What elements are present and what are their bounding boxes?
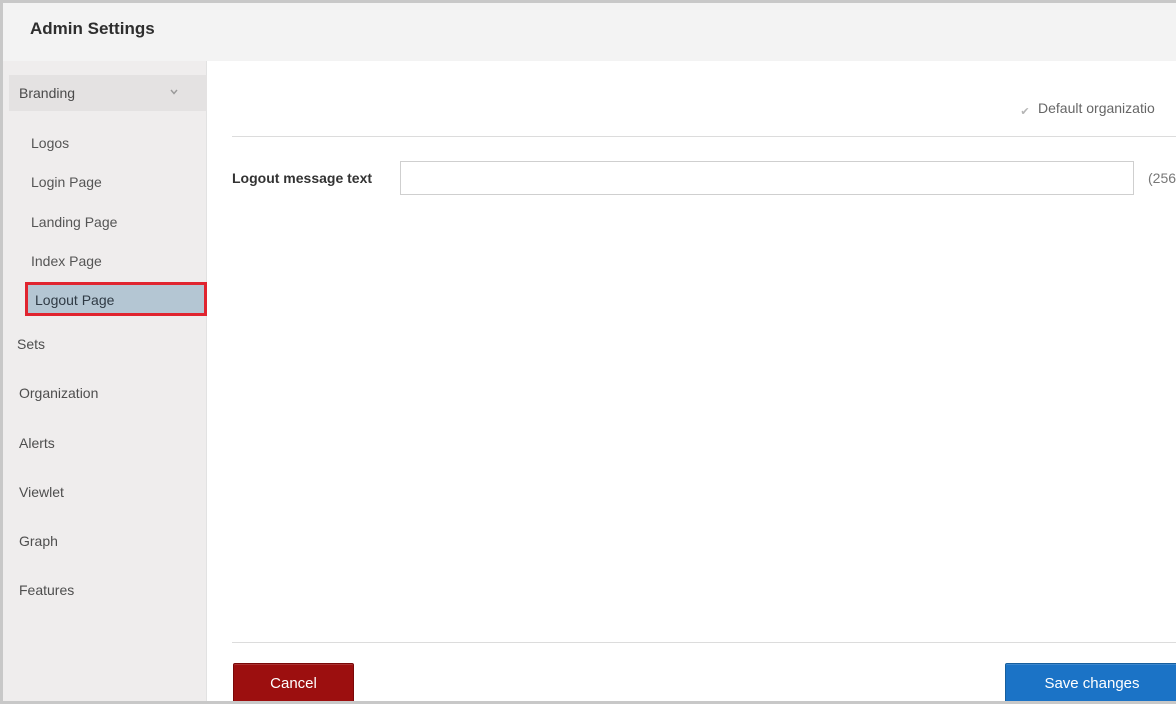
sidebar-item-graph[interactable]: Graph bbox=[19, 531, 58, 551]
divider bbox=[232, 136, 1176, 137]
save-changes-button[interactable]: Save changes bbox=[1005, 663, 1176, 701]
sidebar-item-features[interactable]: Features bbox=[19, 580, 74, 600]
page-header: Admin Settings bbox=[3, 3, 1176, 61]
logout-message-label: Logout message text bbox=[232, 170, 373, 186]
sidebar-item-viewlet[interactable]: Viewlet bbox=[19, 482, 64, 502]
sidebar-item-sets[interactable]: Sets bbox=[17, 334, 45, 354]
sidebar-item-index-page[interactable]: Index Page bbox=[31, 249, 102, 273]
sidebar: Branding Logos Login Page Landing Page I… bbox=[3, 61, 207, 701]
sidebar-item-alerts[interactable]: Alerts bbox=[19, 433, 55, 453]
sidebar-item-organization[interactable]: Organization bbox=[19, 383, 98, 403]
admin-settings-window: Admin Settings Branding Logos Login Page… bbox=[0, 0, 1176, 704]
sidebar-item-logos[interactable]: Logos bbox=[31, 131, 69, 155]
sidebar-item-logout-page[interactable]: Logout Page bbox=[25, 282, 207, 316]
default-organization-label: Default organizatio bbox=[1038, 100, 1155, 116]
char-limit-text: (256 bbox=[1148, 170, 1176, 186]
cancel-button[interactable]: Cancel bbox=[233, 663, 354, 701]
divider bbox=[232, 642, 1176, 643]
sidebar-item-landing-page[interactable]: Landing Page bbox=[31, 210, 117, 234]
checkmark-icon[interactable]: ✔ bbox=[1018, 105, 1032, 119]
logout-message-input[interactable] bbox=[400, 161, 1134, 195]
chevron-down-icon bbox=[170, 89, 178, 95]
sidebar-section-label: Branding bbox=[19, 85, 76, 101]
sidebar-section-branding[interactable]: Branding bbox=[9, 75, 207, 111]
sidebar-item-login-page[interactable]: Login Page bbox=[31, 170, 102, 194]
main-content: ✔ Default organizatio Logout message text… bbox=[208, 61, 1176, 701]
default-organization-option[interactable]: ✔ Default organizatio bbox=[1018, 99, 1155, 119]
page-title: Admin Settings bbox=[30, 19, 155, 38]
